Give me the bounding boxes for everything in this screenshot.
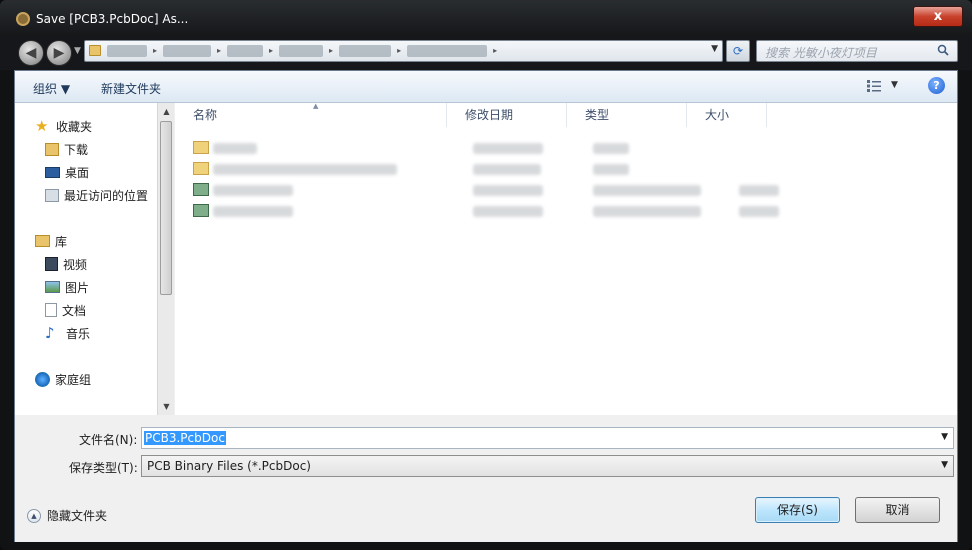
save-as-dialog: Save [PCB3.PcbDoc] As... x ◀ ▶ ▼ ▸ ▸ ▸ ▸… xyxy=(0,0,972,550)
file-list: ▲ 名称 修改日期 类型 大小 xyxy=(175,102,957,415)
sidebar-item-homegroup[interactable]: 家庭组 xyxy=(35,370,91,388)
title-bar: Save [PCB3.PcbDoc] As... x xyxy=(0,0,972,36)
save-button[interactable]: 保存(S) xyxy=(755,497,840,523)
documents-icon xyxy=(45,303,57,317)
view-dropdown-icon[interactable]: ▼ xyxy=(891,80,898,90)
hide-folders-label: 隐藏文件夹 xyxy=(47,509,108,523)
new-folder-button[interactable]: 新建文件夹 xyxy=(101,80,161,97)
pictures-icon xyxy=(45,281,60,293)
homegroup-icon xyxy=(35,371,50,387)
sidebar-item-label: 最近访问的位置 xyxy=(64,188,149,203)
list-item[interactable] xyxy=(193,201,793,221)
breadcrumb-segment[interactable] xyxy=(407,45,488,57)
folder-icon xyxy=(89,45,101,56)
navigation-pane: ★ 收藏夹 下载 桌面 最近访问的位置 库 视频 图片 文档 ♪ 音乐 家庭组 xyxy=(15,103,157,415)
search-box[interactable]: 搜索 光敏小夜灯项目 xyxy=(756,40,958,62)
filename-dropdown-icon[interactable]: ▼ xyxy=(941,432,948,442)
sidebar-item-label: 收藏夹 xyxy=(56,119,93,134)
scroll-up-arrow-icon[interactable]: ▲ xyxy=(158,103,175,120)
filetype-dropdown-icon[interactable]: ▼ xyxy=(941,460,948,470)
list-item[interactable] xyxy=(193,159,793,179)
scrollbar-thumb[interactable] xyxy=(160,121,172,295)
filename-label: 文件名(N): xyxy=(79,433,138,447)
sidebar-item-recent-places[interactable]: 最近访问的位置 xyxy=(45,186,148,204)
music-icon: ♪ xyxy=(45,324,55,342)
command-bar: 组织 ▼ 新建文件夹 ▼ ? xyxy=(15,71,957,103)
column-header-size[interactable]: 大小 xyxy=(687,103,767,127)
breadcrumb-segment[interactable] xyxy=(339,45,392,57)
sidebar-item-label: 视频 xyxy=(63,257,88,272)
close-button[interactable]: x xyxy=(913,6,963,27)
breadcrumb-segment[interactable] xyxy=(227,45,264,57)
address-dropdown-icon[interactable]: ▼ xyxy=(711,44,718,54)
recent-places-icon xyxy=(45,188,59,202)
breadcrumb-segment[interactable] xyxy=(279,45,324,57)
sidebar-item-label: 桌面 xyxy=(65,165,90,180)
sidebar-item-label: 库 xyxy=(55,234,68,249)
sidebar-item-music[interactable]: ♪ 音乐 xyxy=(45,324,90,342)
downloads-folder-icon xyxy=(45,142,59,156)
filename-value[interactable]: PCB3.PcbDoc xyxy=(144,431,226,445)
breadcrumb-segment[interactable] xyxy=(107,45,147,57)
list-item[interactable] xyxy=(193,138,793,158)
sidebar-item-label: 文档 xyxy=(62,303,87,318)
sidebar-item-label: 下载 xyxy=(64,142,89,157)
pcb-file-icon xyxy=(193,204,209,217)
scroll-down-arrow-icon[interactable]: ▼ xyxy=(158,398,175,415)
sidebar-item-downloads[interactable]: 下载 xyxy=(45,140,88,158)
list-item[interactable] xyxy=(193,180,793,200)
organize-menu[interactable]: 组织 ▼ xyxy=(33,80,70,97)
libraries-icon xyxy=(35,235,50,247)
column-header-date-modified[interactable]: 修改日期 xyxy=(447,103,567,127)
sidebar-item-label: 音乐 xyxy=(66,326,91,341)
sidebar-item-label: 家庭组 xyxy=(55,372,92,387)
view-options-icon[interactable] xyxy=(867,80,881,92)
star-icon: ★ xyxy=(35,117,49,135)
folder-icon xyxy=(193,162,209,175)
sidebar-item-documents[interactable]: 文档 xyxy=(45,301,86,319)
refresh-button[interactable]: ⟳ xyxy=(726,40,750,62)
column-header-type[interactable]: 类型 xyxy=(567,103,687,127)
filename-field[interactable]: PCB3.PcbDoc ▼ xyxy=(141,427,954,449)
help-icon[interactable]: ? xyxy=(928,77,945,94)
back-button[interactable]: ◀ xyxy=(18,40,44,66)
filetype-label: 保存类型(T): xyxy=(69,461,138,475)
refresh-icon: ⟳ xyxy=(732,44,744,58)
hide-folders-button[interactable]: ▲ 隐藏文件夹 xyxy=(27,507,107,524)
recent-locations-arrow-icon[interactable]: ▼ xyxy=(74,46,81,56)
window-title: Save [PCB3.PcbDoc] As... xyxy=(36,12,189,26)
chevron-up-icon: ▲ xyxy=(27,508,41,523)
folder-icon xyxy=(193,141,209,154)
save-form: 文件名(N): PCB3.PcbDoc ▼ 保存类型(T): PCB Binar… xyxy=(15,415,957,542)
address-bar[interactable]: ▸ ▸ ▸ ▸ ▸ ▸ ▼ xyxy=(84,40,723,62)
sidebar-item-libraries[interactable]: 库 xyxy=(35,232,67,250)
sidebar-item-pictures[interactable]: 图片 xyxy=(45,278,89,296)
search-input[interactable]: 搜索 光敏小夜灯项目 xyxy=(765,44,877,61)
search-icon[interactable] xyxy=(937,44,949,56)
forward-button[interactable]: ▶ xyxy=(46,40,72,66)
desktop-icon xyxy=(45,166,60,178)
filetype-value: PCB Binary Files (*.PcbDoc) xyxy=(147,459,311,473)
pcb-file-icon xyxy=(193,183,209,196)
breadcrumb-segment[interactable] xyxy=(163,45,212,57)
sidebar-item-videos[interactable]: 视频 xyxy=(45,255,87,273)
breadcrumb: ▸ ▸ ▸ ▸ ▸ ▸ xyxy=(107,45,497,57)
app-icon xyxy=(16,12,30,26)
sidebar-item-favorites[interactable]: ★ 收藏夹 xyxy=(35,117,92,135)
navigation-scrollbar[interactable]: ▲ ▼ xyxy=(157,103,174,415)
sidebar-item-desktop[interactable]: 桌面 xyxy=(45,163,89,181)
cancel-button[interactable]: 取消 xyxy=(855,497,940,523)
sidebar-item-label: 图片 xyxy=(65,280,90,295)
video-icon xyxy=(45,257,58,271)
column-header-name[interactable]: 名称 xyxy=(175,103,447,127)
filetype-select[interactable]: PCB Binary Files (*.PcbDoc) ▼ xyxy=(141,455,954,477)
dialog-body: 组织 ▼ 新建文件夹 ▼ ? ★ 收藏夹 下载 桌面 最近访问的位置 库 视频 … xyxy=(14,70,958,542)
